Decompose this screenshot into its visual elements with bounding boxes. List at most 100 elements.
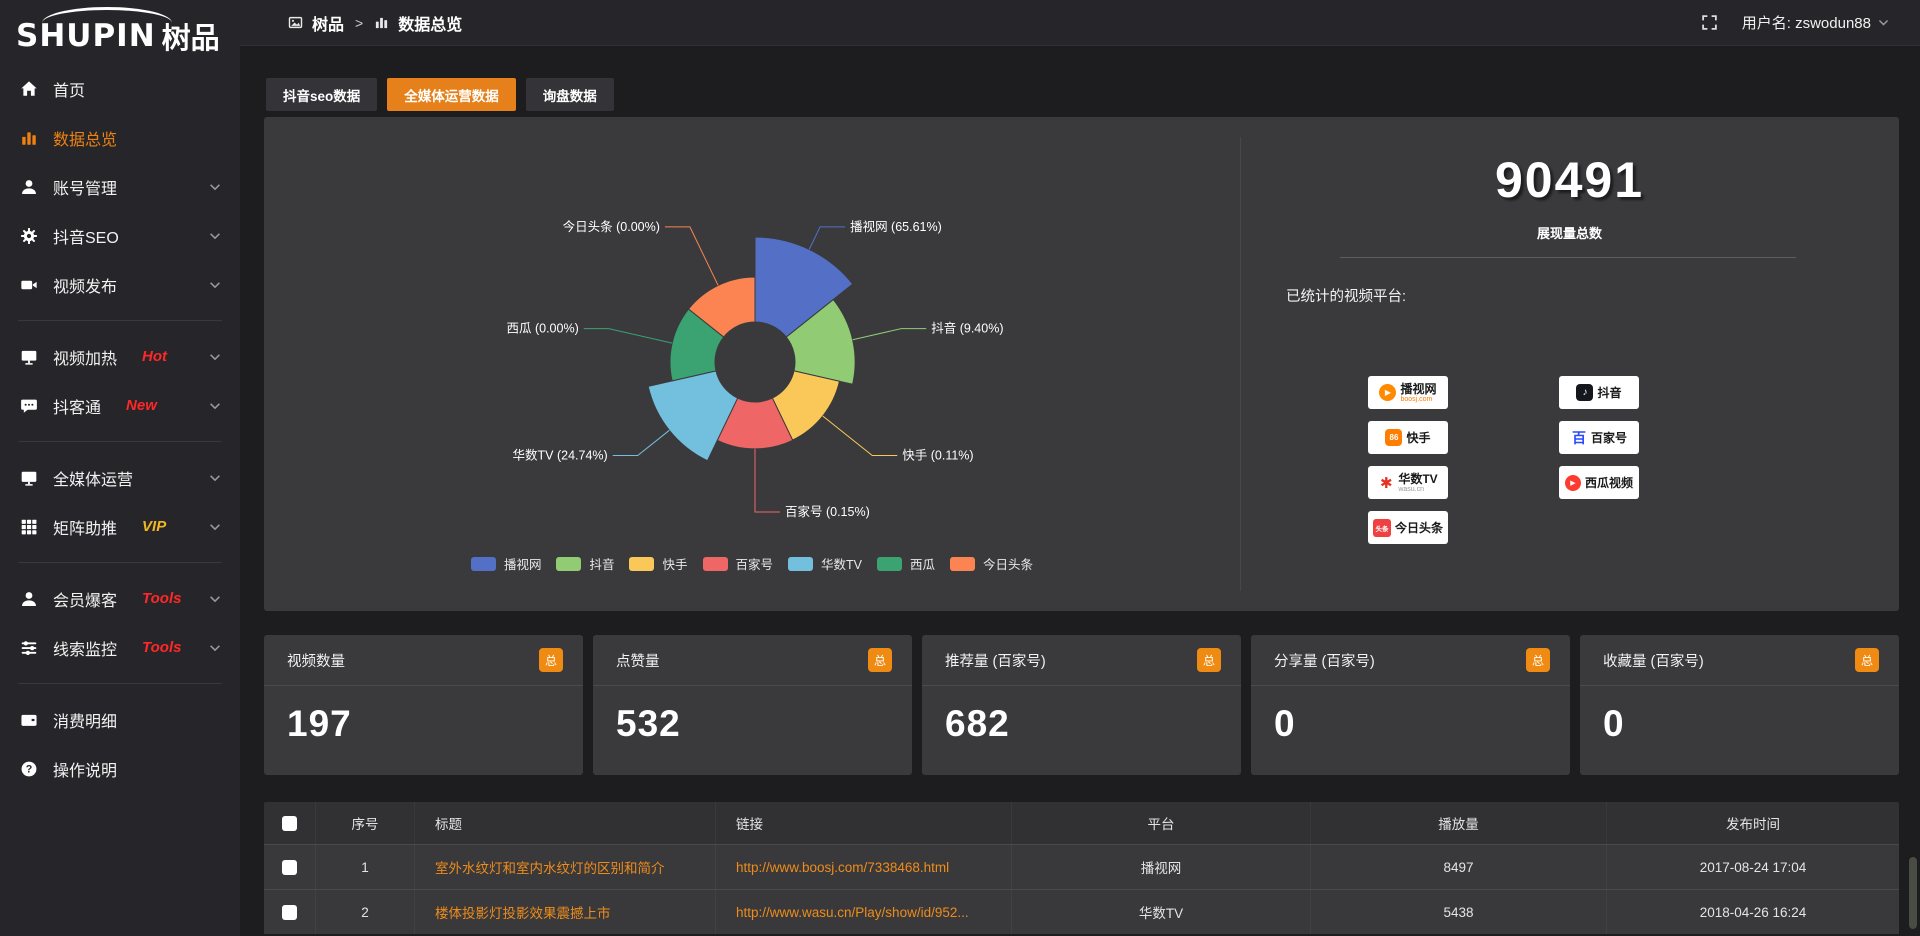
tab-douyin-seo-data[interactable]: 抖音seo数据 — [266, 78, 377, 111]
sidebar: SHUPIN 树品 首页数据总览账号管理抖音SEO视频发布视频加热Hot抖客通N… — [0, 0, 240, 936]
legend-item-播视网[interactable]: 播视网 — [471, 554, 542, 573]
xigua-logo-icon: ▶ — [1565, 475, 1581, 491]
legend-label: 抖音 — [589, 554, 614, 573]
cell-link[interactable]: http://www.boosj.com/7338468.html — [716, 845, 1012, 889]
toutiao-logo-icon: 头条 — [1373, 519, 1391, 537]
cell-link[interactable]: http://www.wasu.cn/Play/show/id/952... — [716, 890, 1012, 934]
sidebar-item-douyin-seo[interactable]: 抖音SEO — [0, 211, 240, 260]
chart-legend: 播视网 抖音快手百家号 华数TV 西瓜今日头条 — [264, 554, 1240, 573]
platform-badge-xigua: ▶ 西瓜视频 — [1559, 466, 1639, 499]
pie-label: 百家号 (0.15%) — [785, 504, 870, 519]
chevron-down-icon — [208, 180, 222, 194]
question-icon: ? — [20, 760, 38, 778]
chat-icon — [20, 397, 38, 415]
stat-card-label: 视频数量 — [287, 650, 345, 671]
legend-item-今日头条[interactable]: 今日头条 — [950, 554, 1033, 573]
fullscreen-icon[interactable] — [1701, 14, 1718, 31]
sidebar-item-douketong[interactable]: 抖客通New — [0, 381, 240, 430]
sidebar-group-divider — [18, 320, 222, 321]
stat-card-total-badge[interactable]: 总 — [1526, 648, 1550, 672]
platform-badge-text: 抖音 — [1597, 387, 1621, 399]
stat-card-2: 推荐量 (百家号)总682 — [922, 635, 1241, 775]
breadcrumb-root[interactable]: 树品 — [312, 11, 344, 35]
app-logo[interactable]: SHUPIN 树品 — [16, 14, 230, 58]
page-scrollbar-thumb[interactable] — [1909, 857, 1917, 929]
stat-card-header: 视频数量 总 — [264, 635, 583, 686]
sidebar-item-label: 数据总览 — [53, 126, 117, 150]
sidebar-item-data-overview[interactable]: 数据总览 — [0, 113, 240, 162]
sidebar-group-divider — [18, 683, 222, 684]
select-all-checkbox[interactable] — [282, 816, 297, 831]
user-menu[interactable]: 用户名: zswodun88 — [1742, 12, 1890, 33]
stat-card-total-badge[interactable]: 总 — [1855, 648, 1879, 672]
sidebar-item-label: 消费明细 — [53, 708, 117, 732]
platform-badge-text: 百家号 — [1591, 432, 1627, 444]
stat-card-total-badge[interactable]: 总 — [539, 648, 563, 672]
legend-item-华数TV[interactable]: 华数TV — [788, 554, 862, 573]
legend-label: 华数TV — [821, 554, 862, 573]
sidebar-item-member-leads[interactable]: 会员爆客Tools — [0, 574, 240, 623]
pie-slice-华数TV[interactable] — [648, 371, 737, 461]
sidebar-item-video-publish[interactable]: 视频发布 — [0, 260, 240, 309]
stat-card-total-badge[interactable]: 总 — [1197, 648, 1221, 672]
sidebar-nav: 首页数据总览账号管理抖音SEO视频发布视频加热Hot抖客通New 全媒体运营矩阵助… — [0, 64, 240, 793]
sidebar-item-clue-monitor[interactable]: 线索监控Tools — [0, 623, 240, 672]
cell-platform: 播视网 — [1012, 845, 1311, 889]
column-header-platform: 平台 — [1012, 802, 1311, 844]
sidebar-item-home[interactable]: 首页 — [0, 64, 240, 113]
legend-swatch — [950, 557, 975, 571]
platform-name: 西瓜视频 — [1585, 477, 1633, 489]
wasu-logo-icon: ✱ — [1378, 474, 1394, 491]
pie-label-line — [613, 430, 670, 455]
legend-item-西瓜[interactable]: 西瓜 — [877, 554, 935, 573]
sidebar-item-operation-guide[interactable]: ? 操作说明 — [0, 744, 240, 793]
table-row-2: 2楼体投影灯投影效果震撼上市http://www.wasu.cn/Play/sh… — [264, 889, 1899, 934]
overview-panel: 播视网 (65.61%)抖音 (9.40%)快手 (0.11%)百家号 (0.1… — [264, 117, 1899, 611]
sidebar-item-consumption-detail[interactable]: 消费明细 — [0, 695, 240, 744]
stat-card-total-badge[interactable]: 总 — [868, 648, 892, 672]
gear-icon — [20, 227, 38, 245]
tab-media-operation-data[interactable]: 全媒体运营数据 — [387, 78, 516, 111]
legend-item-抖音[interactable]: 抖音 — [556, 554, 614, 573]
pie-label-line — [823, 416, 898, 456]
sidebar-item-video-heating[interactable]: 视频加热Hot — [0, 332, 240, 381]
sidebar-item-label: 视频加热 — [53, 345, 117, 369]
douyin-logo-icon: ♪ — [1576, 384, 1593, 401]
tab-inquiry-data[interactable]: 询盘数据 — [526, 78, 614, 111]
videos-table: 序号标题链接平台播放量发布时间1室外水纹灯和室内水纹灯的区别和简介http://… — [264, 802, 1899, 936]
legend-swatch — [629, 557, 654, 571]
sidebar-item-account-management[interactable]: 账号管理 — [0, 162, 240, 211]
platform-badge-text: 播视网boosj.com — [1400, 383, 1436, 403]
sidebar-item-label: 账号管理 — [53, 175, 117, 199]
home-icon — [20, 80, 38, 98]
sidebar-item-matrix-boost[interactable]: 矩阵助推VIP — [0, 502, 240, 551]
cell-publish-time: 2018-04-26 16:24 — [1607, 890, 1899, 934]
stat-card-label: 点赞量 — [616, 650, 660, 671]
pie-label-line — [584, 329, 672, 343]
legend-swatch — [788, 557, 813, 571]
legend-item-百家号[interactable]: 百家号 — [703, 554, 774, 573]
cell-title[interactable]: 楼体投影灯投影效果震撼上市 — [415, 890, 716, 934]
chevron-down-icon — [208, 592, 222, 606]
sidebar-item-media-operation[interactable]: 全媒体运营 — [0, 453, 240, 502]
chevron-down-icon — [208, 278, 222, 292]
cell-platform: 华数TV — [1012, 890, 1311, 934]
pie-label: 今日头条 (0.00%) — [563, 219, 660, 234]
wallet-icon — [20, 711, 38, 729]
boosj-logo-icon: ▶ — [1379, 384, 1396, 401]
chevron-down-icon — [1877, 16, 1890, 29]
platform-name: 快手 — [1406, 432, 1430, 444]
row-checkbox[interactable] — [282, 860, 297, 875]
stat-card-label: 分享量 (百家号) — [1274, 650, 1375, 671]
breadcrumb-separator: > — [353, 15, 365, 31]
row-checkbox[interactable] — [282, 905, 297, 920]
stat-card-header: 分享量 (百家号) 总 — [1251, 635, 1570, 686]
topbar-right: 用户名: zswodun88 — [1701, 12, 1890, 33]
cell-plays: 5438 — [1311, 890, 1607, 934]
legend-item-快手[interactable]: 快手 — [629, 554, 687, 573]
sidebar-group-divider — [18, 441, 222, 442]
chevron-down-icon — [208, 471, 222, 485]
sidebar-item-label: 操作说明 — [53, 757, 117, 781]
cell-title[interactable]: 室外水纹灯和室内水纹灯的区别和简介 — [415, 845, 716, 889]
platform-name: 今日头条 — [1395, 522, 1443, 534]
